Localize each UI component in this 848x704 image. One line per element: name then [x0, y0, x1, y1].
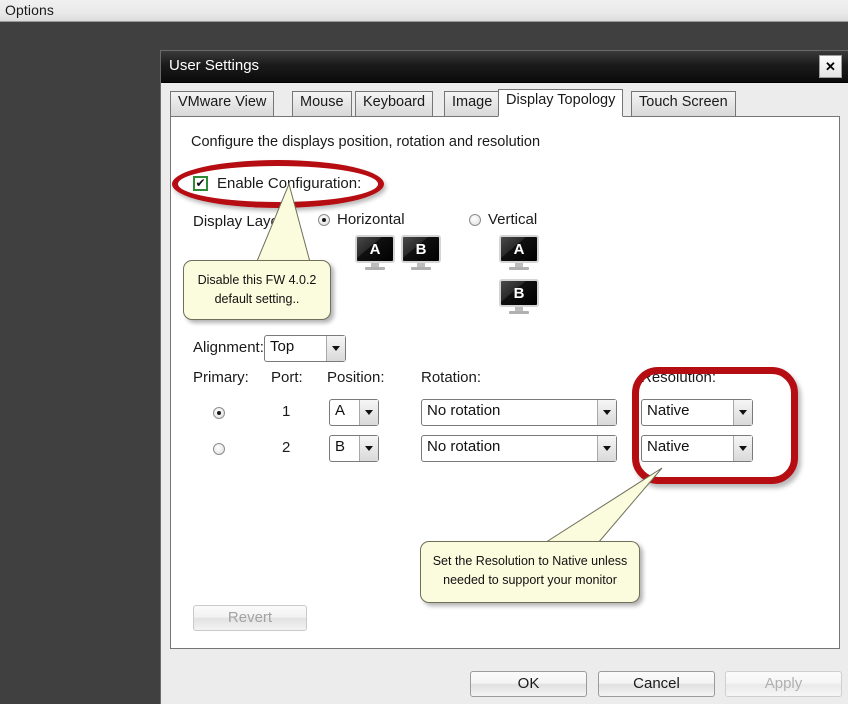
- tab-vmware-view[interactable]: VMware View: [170, 91, 275, 117]
- radio-primary-port-2[interactable]: [213, 443, 225, 455]
- rotation-select-row-2[interactable]: No rotation: [421, 435, 617, 462]
- radio-icon-vertical[interactable]: [469, 213, 481, 226]
- enable-configuration-label: Enable Configuration:: [217, 175, 362, 192]
- options-bar: Options: [0, 0, 848, 22]
- tab-touch-screen[interactable]: Touch Screen: [631, 91, 736, 117]
- monitor-screen-label: B: [401, 235, 441, 263]
- resolution-value-row-1: Native: [647, 402, 690, 419]
- radio-layout-vertical[interactable]: Vertical: [469, 211, 537, 228]
- dialog-titlebar: User Settings ✕: [161, 51, 848, 83]
- alignment-label: Alignment:: [193, 339, 264, 356]
- monitor-screen-label: A: [355, 235, 395, 263]
- display-topology-panel: Configure the displays position, rotatio…: [170, 116, 840, 649]
- port-number-row-2: 2: [282, 439, 291, 456]
- chevron-down-icon[interactable]: [597, 436, 616, 461]
- position-value-row-1: A: [335, 402, 346, 419]
- column-header-port: Port:: [271, 369, 303, 386]
- monitor-screen-label: B: [499, 279, 539, 307]
- resolution-select-row-2[interactable]: Native: [641, 435, 753, 462]
- user-settings-dialog: User Settings ✕ VMware View Mouse Keyboa…: [160, 50, 848, 704]
- radio-label-horizontal: Horizontal: [337, 211, 405, 228]
- resolution-value-row-2: Native: [647, 438, 690, 455]
- tab-display-topology[interactable]: Display Topology: [498, 89, 624, 117]
- monitor-base: [411, 267, 431, 270]
- monitor-icon-vertical-a: A: [499, 235, 539, 271]
- monitor-icon-horizontal-a: A: [355, 235, 395, 271]
- monitor-base: [509, 267, 529, 270]
- chevron-down-icon[interactable]: [733, 400, 752, 425]
- options-menu-label[interactable]: Options: [5, 2, 54, 18]
- panel-description: Configure the displays position, rotatio…: [191, 134, 541, 150]
- chevron-down-icon[interactable]: [359, 436, 378, 461]
- port-number-row-1: 1: [282, 403, 291, 420]
- enable-configuration-row[interactable]: ✔ Enable Configuration:: [193, 175, 361, 192]
- close-icon[interactable]: ✕: [819, 55, 842, 78]
- column-header-resolution: Resolution:: [641, 369, 717, 386]
- monitor-base: [365, 267, 385, 270]
- revert-button[interactable]: Revert: [193, 605, 307, 631]
- position-value-row-2: B: [335, 438, 346, 455]
- chevron-down-icon[interactable]: [326, 336, 345, 361]
- enable-configuration-checkbox[interactable]: ✔: [193, 176, 208, 191]
- chevron-down-icon[interactable]: [359, 400, 378, 425]
- column-header-primary: Primary:: [193, 369, 249, 386]
- position-select-row-2[interactable]: B: [329, 435, 379, 462]
- alignment-select[interactable]: Top: [264, 335, 346, 362]
- tab-keyboard[interactable]: Keyboard: [355, 91, 434, 117]
- radio-icon-horizontal[interactable]: [318, 213, 330, 226]
- monitor-screen-label: A: [499, 235, 539, 263]
- dialog-title: User Settings: [169, 57, 260, 74]
- rotation-select-row-1[interactable]: No rotation: [421, 399, 617, 426]
- rotation-value-row-2: No rotation: [427, 438, 501, 455]
- tab-strip: VMware View Mouse Keyboard Image Display…: [170, 89, 840, 117]
- alignment-value: Top: [270, 338, 295, 355]
- radio-layout-horizontal[interactable]: Horizontal: [318, 211, 405, 228]
- resolution-select-row-1[interactable]: Native: [641, 399, 753, 426]
- column-header-position: Position:: [327, 369, 385, 386]
- tab-image[interactable]: Image: [444, 91, 501, 117]
- tab-mouse[interactable]: Mouse: [292, 91, 352, 117]
- radio-label-vertical: Vertical: [488, 211, 538, 228]
- column-header-rotation: Rotation:: [421, 369, 482, 386]
- monitor-icon-horizontal-b: B: [401, 235, 441, 271]
- checkmark-icon: ✔: [195, 176, 206, 190]
- chevron-down-icon[interactable]: [597, 400, 616, 425]
- display-layout-label: Display Layout:: [193, 213, 296, 230]
- monitor-icon-vertical-b: B: [499, 279, 539, 315]
- chevron-down-icon[interactable]: [733, 436, 752, 461]
- rotation-value-row-1: No rotation: [427, 402, 501, 419]
- position-select-row-1[interactable]: A: [329, 399, 379, 426]
- apply-button[interactable]: Apply: [725, 671, 842, 697]
- radio-primary-port-1[interactable]: [213, 407, 225, 419]
- monitor-base: [509, 311, 529, 314]
- cancel-button[interactable]: Cancel: [598, 671, 715, 697]
- ok-button[interactable]: OK: [470, 671, 587, 697]
